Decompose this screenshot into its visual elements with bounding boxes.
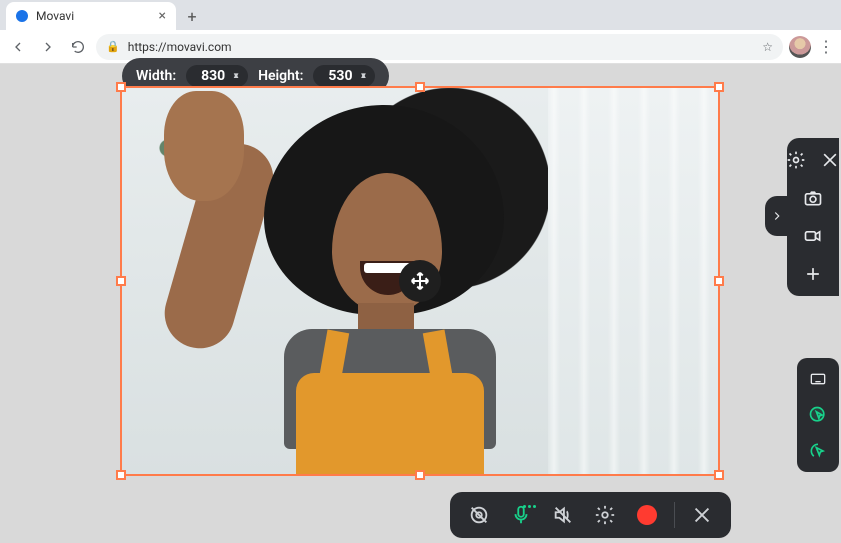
keyboard-overlay-icon[interactable] xyxy=(804,366,832,392)
tab-title: Movavi xyxy=(36,9,74,23)
bookmark-icon[interactable]: ☆ xyxy=(762,40,773,54)
camera-icon[interactable] xyxy=(801,186,825,210)
url-text: https://movavi.com xyxy=(128,40,232,54)
expand-panel-button[interactable] xyxy=(765,196,789,236)
tab-bar: Movavi × + xyxy=(0,0,841,30)
profile-avatar[interactable] xyxy=(789,36,811,58)
browser-chrome: Movavi × + 🔒 https://movavi.com ☆ ⋮ xyxy=(0,0,841,64)
system-audio-toggle-icon[interactable] xyxy=(544,496,582,534)
height-label: Height: xyxy=(258,68,303,84)
record-dot-icon xyxy=(637,505,657,525)
plus-icon[interactable] xyxy=(801,262,825,286)
side-tools-panel xyxy=(787,138,839,296)
resize-handle-b[interactable] xyxy=(415,470,425,480)
recorder-settings-icon[interactable] xyxy=(586,496,624,534)
resize-handle-br[interactable] xyxy=(714,470,724,480)
highlight-cursor-icon[interactable] xyxy=(804,402,832,428)
resize-handle-t[interactable] xyxy=(415,82,425,92)
recorder-control-bar xyxy=(450,492,731,538)
divider xyxy=(674,502,675,528)
webcam-toggle-icon[interactable] xyxy=(460,496,498,534)
gear-icon[interactable] xyxy=(784,148,808,172)
page-viewport: Width: 830 ▲ ▼ Height: 530 ▲ ▼ xyxy=(0,64,841,543)
address-bar[interactable]: 🔒 https://movavi.com ☆ xyxy=(96,34,783,60)
video-camera-icon[interactable] xyxy=(801,224,825,248)
mic-level-indicator xyxy=(523,505,536,508)
back-button[interactable] xyxy=(6,35,30,59)
resize-handle-tr[interactable] xyxy=(714,82,724,92)
resize-handle-tl[interactable] xyxy=(116,82,126,92)
highlight-clicks-icon[interactable] xyxy=(804,438,832,464)
nav-bar: 🔒 https://movavi.com ☆ ⋮ xyxy=(0,30,841,64)
new-tab-button[interactable]: + xyxy=(180,4,204,28)
webcam-person xyxy=(244,111,524,474)
width-field[interactable]: 830 ▲ ▼ xyxy=(186,65,248,87)
height-field[interactable]: 530 ▲ ▼ xyxy=(313,65,375,87)
lock-icon: 🔒 xyxy=(106,40,120,53)
capture-selection[interactable] xyxy=(120,86,720,476)
favicon-icon xyxy=(16,10,28,22)
width-label: Width: xyxy=(136,68,176,84)
resize-handle-bl[interactable] xyxy=(116,470,126,480)
forward-button[interactable] xyxy=(36,35,60,59)
resize-handle-l[interactable] xyxy=(116,276,126,286)
reload-button[interactable] xyxy=(66,35,90,59)
move-selection-handle[interactable] xyxy=(399,260,441,302)
browser-tab[interactable]: Movavi × xyxy=(6,2,176,30)
width-value: 830 xyxy=(198,68,228,84)
close-icon[interactable] xyxy=(818,148,841,172)
resize-handle-r[interactable] xyxy=(714,276,724,286)
cancel-button[interactable] xyxy=(683,496,721,534)
microphone-toggle-icon[interactable] xyxy=(502,496,540,534)
record-button[interactable] xyxy=(628,496,666,534)
browser-menu-button[interactable]: ⋮ xyxy=(817,37,835,56)
webcam-background xyxy=(548,88,718,474)
height-value: 530 xyxy=(325,68,355,84)
close-tab-icon[interactable]: × xyxy=(159,9,166,23)
cursor-tools-panel xyxy=(797,358,839,472)
